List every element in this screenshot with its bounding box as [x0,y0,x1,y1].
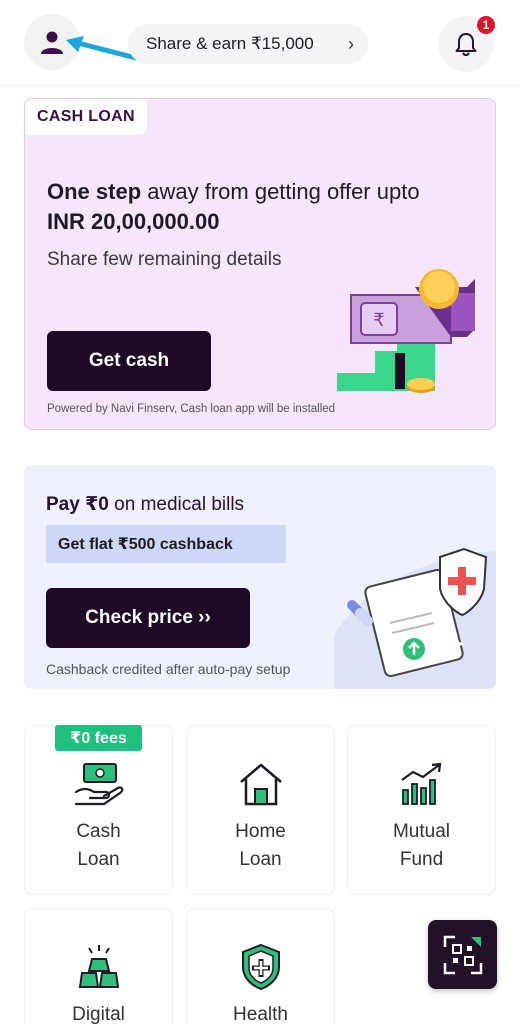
medical-shield-illustration [334,547,496,689]
house-icon [239,763,282,806]
cash-title-bold: One step [47,179,142,204]
svg-text:₹: ₹ [373,310,384,331]
cash-title-amount: INR 20,00,000.00 [47,209,220,234]
cash-loan-subtitle: Share few remaining details [47,249,282,270]
bell-icon [455,33,477,56]
growth-chart-icon [400,762,441,805]
medical-bills-card[interactable]: Pay ₹0 on medical bills Get flat ₹500 ca… [24,465,496,689]
cash-hand-icon [74,763,123,806]
cash-loan-tag: CASH LOAN [25,99,147,135]
get-cash-button[interactable]: Get cash [47,331,211,391]
chevron-right-icon: › [348,34,354,54]
product-tile-health[interactable]: Health [186,908,335,1024]
powered-by-note: Powered by Navi Finserv, Cash loan app w… [47,403,336,415]
notification-badge: 1 [475,14,497,36]
cashback-note: Cashback credited after auto-pay setup [46,661,291,677]
product-label-line1: Home [235,821,286,842]
gold-bars-icon [78,945,119,988]
qr-scan-button[interactable] [428,920,497,989]
product-label-line2: Loan [239,849,282,870]
product-label-line1: Cash [76,821,121,842]
medical-title: Pay ₹0 on medical bills [46,493,244,516]
zero-fees-badge: ₹0 fees [55,725,142,751]
qr-scan-icon [443,935,482,974]
product-label-line1: Health [233,1004,288,1024]
share-earn-button[interactable]: Share & earn ₹15,000 › [128,24,368,64]
check-price-button[interactable]: Check price ›› [46,588,250,648]
medical-title-bold: Pay ₹0 [46,494,109,515]
cash-title-rest: away from getting offer upto [141,179,420,204]
health-shield-icon [241,943,280,991]
cash-loan-title: One step away from getting offer upto IN… [47,177,487,237]
product-label-line1: Mutual [392,821,451,842]
product-label-line1: Digital [72,1004,125,1024]
product-tile-mutual-fund[interactable]: Mutual Fund [347,725,496,895]
top-header: Share & earn ₹15,000 › 1 [0,0,520,86]
product-tile-home-loan[interactable]: Home Loan [186,725,335,895]
product-tile-digital-gold[interactable]: Digital [24,908,173,1024]
share-earn-label: Share & earn ₹15,000 [146,34,314,53]
cash-loan-card[interactable]: CASH LOAN One step away from getting off… [24,98,496,430]
product-label-line2: Loan [77,849,120,870]
medical-title-rest: on medical bills [108,494,245,515]
product-label-line2: Fund [399,849,444,870]
cashback-strip: Get flat ₹500 cashback [46,525,286,563]
cash-stack-illustration: ₹ [337,269,475,393]
